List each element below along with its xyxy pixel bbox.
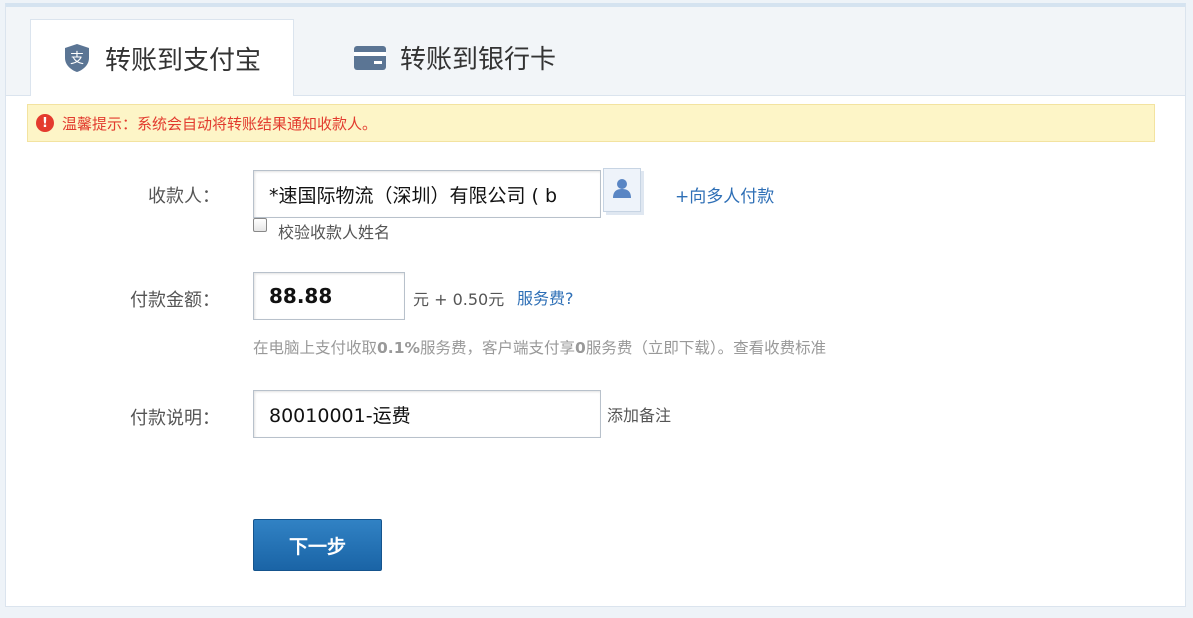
contacts-button[interactable] [603,168,641,212]
next-step-button[interactable]: 下一步 [253,519,382,571]
amount-label: 付款金额： [130,290,220,311]
add-note-link[interactable]: 添加备注 [607,402,671,426]
service-fee-link[interactable]: 服务费? [517,285,574,309]
warning-icon: ! [36,114,54,132]
notice-text: 温馨提示：系统会自动将转账结果通知收款人。 [62,114,378,133]
fee-hint: 在电脑上支付收取0.1%服务费，客户端支付享0服务费（立即下载）。查看收费标准 [253,336,826,358]
tab-alipay-label: 转账到支付宝 [105,45,262,76]
bank-card-icon [354,45,386,70]
tab-bank-card-label: 转账到银行卡 [400,45,557,75]
fee-text: 元 + 0.50元 [413,290,505,309]
notice-banner: ! 温馨提示：系统会自动将转账结果通知收款人。 [27,104,1155,142]
fee-hint-part3[interactable]: 服务费（立即下载）。查看收费标准 [586,339,826,357]
fee-hint-rate: 0.1% [377,339,421,357]
svg-text:支: 支 [70,51,84,67]
tab-bank-card[interactable]: 转账到银行卡 [354,19,556,96]
payee-input[interactable]: *速国际物流（深圳）有限公司 ( b [253,170,601,218]
alipay-shield-icon: 支 [63,43,91,73]
multi-payee-link[interactable]: +向多人付款 [675,182,774,207]
verify-name-checkbox[interactable] [253,218,267,232]
fee-hint-part2: 服务费，客户端支付享 [420,339,576,357]
person-icon [612,177,632,203]
amount-input[interactable]: 88.88 [253,272,405,320]
payee-label: 收款人： [148,186,220,207]
tab-alipay[interactable]: 支 转账到支付宝 [30,19,294,96]
memo-label: 付款说明： [130,408,220,429]
tab-bar: 支 转账到支付宝 转账到银行卡 [6,7,1185,96]
fee-hint-zero: 0 [575,339,586,357]
verify-name-label: 校验收款人姓名 [278,223,391,242]
memo-input[interactable]: 80010001-运费 [253,390,601,438]
fee-hint-part1: 在电脑上支付收取 [253,339,378,357]
